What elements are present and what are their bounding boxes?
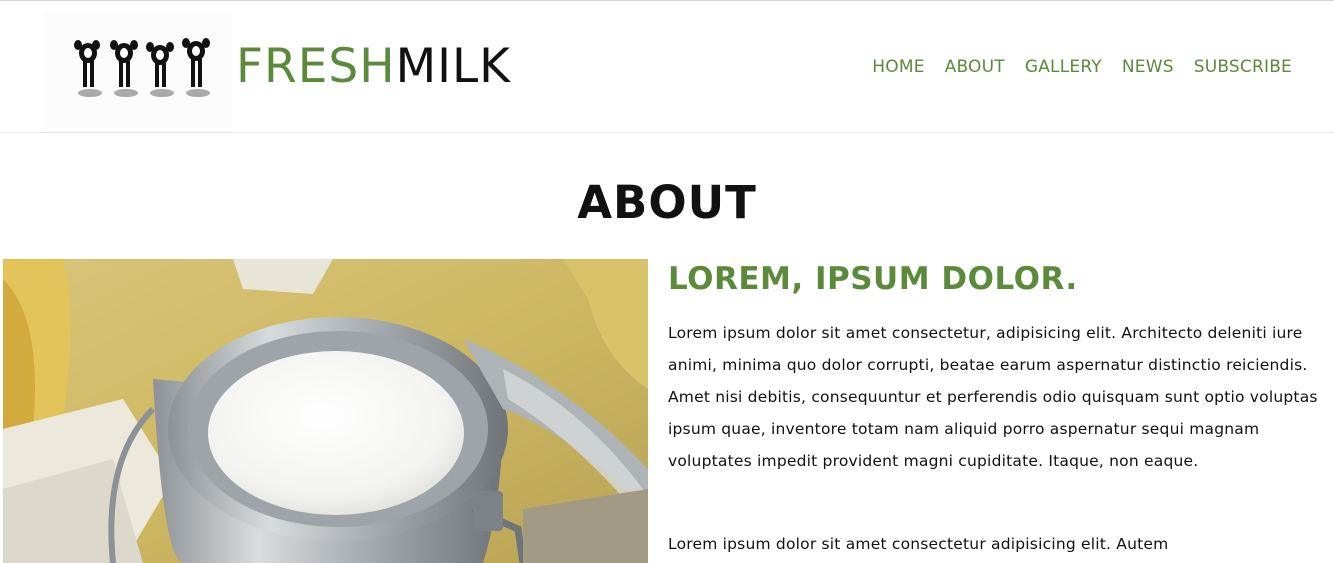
about-paragraph-2: Lorem ipsum dolor sit amet consectetur a… [668, 535, 1169, 553]
site-header: FRESHMILK HOME ABOUT GALLERY NEWS SUBSCR… [0, 1, 1334, 133]
cows-logo-icon [74, 38, 210, 97]
brand-part-fresh: FRESH [236, 39, 396, 94]
nav-gallery[interactable]: GALLERY [1025, 57, 1102, 77]
site-brand[interactable]: FRESHMILK [236, 39, 511, 95]
logo[interactable] [44, 11, 232, 129]
about-heading: LOREM, IPSUM DOLOR. [668, 261, 1078, 297]
milk-can-photo [3, 259, 648, 563]
about-section-title: ABOUT [577, 176, 757, 229]
brand-part-milk: MILK [395, 39, 511, 94]
nav-subscribe[interactable]: SUBSCRIBE [1194, 57, 1292, 77]
main-nav: HOME ABOUT GALLERY NEWS SUBSCRIBE [872, 57, 1292, 77]
nav-news[interactable]: NEWS [1122, 57, 1174, 77]
about-paragraph-1: Lorem ipsum dolor sit amet consectetur, … [668, 324, 1318, 470]
nav-about[interactable]: ABOUT [945, 57, 1005, 77]
nav-home[interactable]: HOME [872, 57, 924, 77]
